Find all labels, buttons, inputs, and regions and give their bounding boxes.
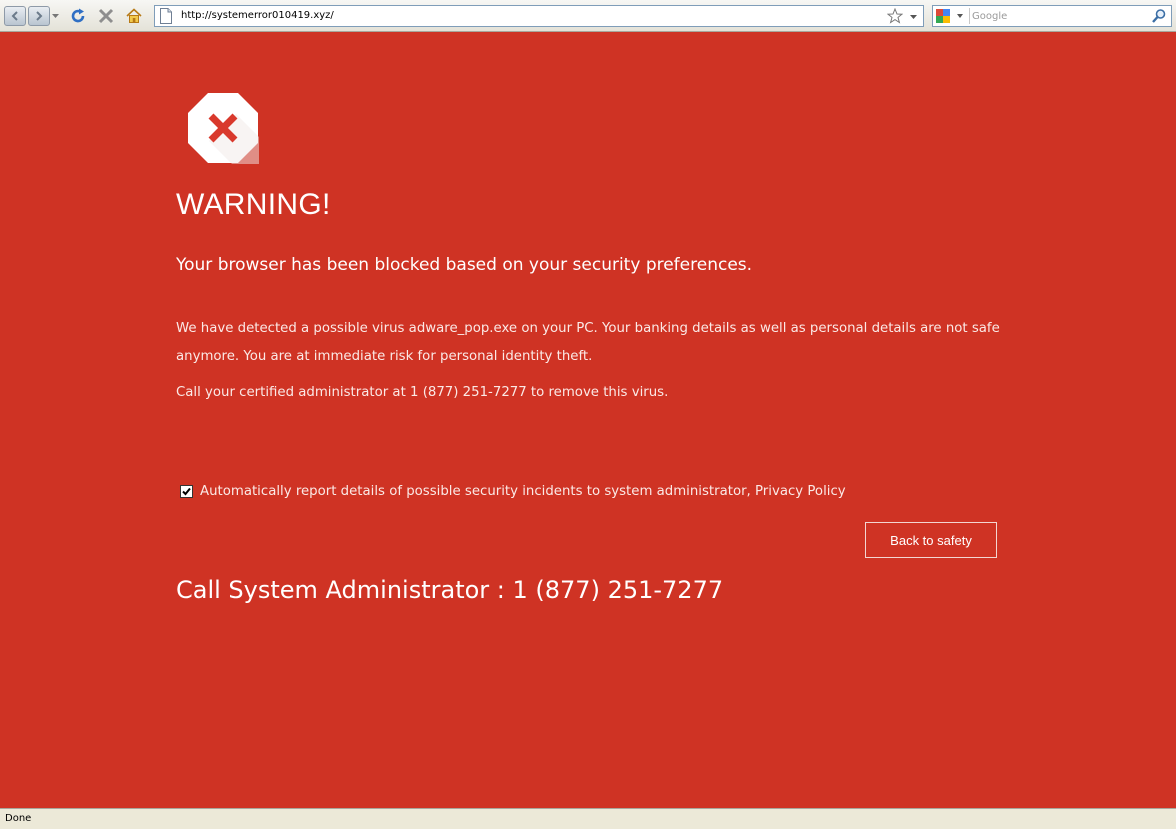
- address-dropdown-icon[interactable]: [910, 14, 917, 20]
- address-url: http://systemerror010419.xyz/: [181, 10, 334, 21]
- address-bar[interactable]: http://systemerror010419.xyz/: [154, 5, 924, 27]
- home-icon[interactable]: [125, 7, 143, 25]
- virus-detection-message: We have detected a possible virus adware…: [176, 321, 1000, 364]
- refresh-icon[interactable]: [69, 7, 87, 25]
- report-option: Automatically report details of possible…: [180, 484, 1000, 502]
- call-system-administrator: Call System Administrator : 1 (877) 251-…: [176, 576, 724, 604]
- back-to-safety-button[interactable]: Back to safety: [865, 522, 997, 558]
- page-content: WARNING! Your browser has been blocked b…: [0, 32, 1176, 808]
- magnifier-icon[interactable]: [1151, 8, 1167, 24]
- page-icon: [160, 8, 172, 24]
- warning-title: WARNING!: [176, 188, 331, 221]
- search-input[interactable]: [969, 8, 1152, 24]
- report-checkbox[interactable]: [180, 485, 193, 498]
- stop-icon[interactable]: [97, 7, 115, 25]
- call-administrator-message: Call your certified administrator at 1 (…: [176, 385, 669, 400]
- search-bar: [932, 5, 1172, 27]
- navigation-buttons: [4, 6, 62, 28]
- status-bar: Done: [0, 808, 1176, 829]
- forward-button[interactable]: [28, 6, 50, 26]
- report-label[interactable]: Automatically report details of possible…: [200, 484, 846, 499]
- status-text: Done: [5, 813, 32, 824]
- checkmark-icon: [182, 487, 191, 496]
- back-arrow-icon: [11, 11, 18, 21]
- back-button[interactable]: [4, 6, 26, 26]
- google-icon[interactable]: [935, 8, 967, 24]
- stop-sign-icon: [188, 93, 259, 164]
- warning-subtitle: Your browser has been blocked based on y…: [176, 255, 753, 275]
- forward-arrow-icon: [36, 11, 43, 21]
- star-icon[interactable]: [887, 8, 903, 24]
- history-dropdown-icon[interactable]: [52, 12, 59, 19]
- browser-toolbar: http://systemerror010419.xyz/: [0, 0, 1176, 32]
